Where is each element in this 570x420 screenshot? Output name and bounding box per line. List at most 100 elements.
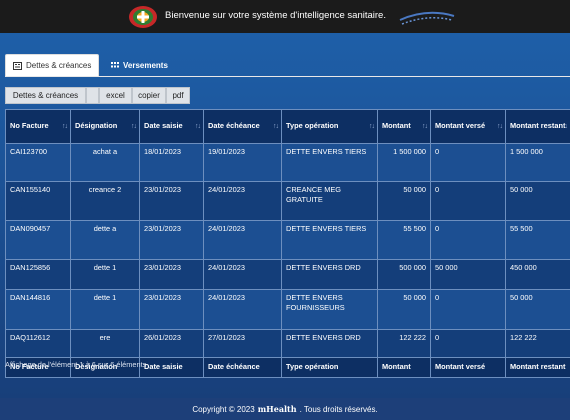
table-row[interactable]: DAN144816 dette 1 23/01/2023 24/01/2023 … bbox=[5, 289, 570, 330]
cell-montant: 500 000 bbox=[377, 259, 431, 290]
column-header-type-operation[interactable]: Type opération ↑↓ bbox=[281, 109, 378, 144]
cell-type-operation: DETTE ENVERS DRD bbox=[281, 259, 378, 290]
main-content: Dettes & créances Versements Dettes & cr… bbox=[0, 33, 570, 398]
cell-date-echeance: 24/01/2023 bbox=[203, 289, 282, 330]
cell-montant: 50 000 bbox=[377, 181, 431, 221]
cell-type-operation: CREANCE MEG GRATUITE bbox=[281, 181, 378, 221]
top-bar: Bienvenue sur votre système d'intelligen… bbox=[0, 0, 570, 33]
welcome-text: Bienvenue sur votre système d'intelligen… bbox=[165, 10, 386, 21]
logo-icon bbox=[129, 6, 157, 28]
cell-date-saisie: 23/01/2023 bbox=[139, 289, 204, 330]
brand-name: mHealth bbox=[257, 404, 297, 414]
tab-dettes-creances-label: Dettes & créances bbox=[26, 61, 92, 70]
tab-divider bbox=[5, 76, 570, 77]
cell-montant: 122 222 bbox=[377, 329, 431, 358]
footer-montant-restant: Montant restant bbox=[505, 357, 570, 378]
column-header-designation[interactable]: Désignation ↑↓ bbox=[70, 109, 140, 144]
cell-date-echeance: 19/01/2023 bbox=[203, 143, 282, 182]
cell-type-operation: DETTE ENVERS FOURNISSEURS bbox=[281, 289, 378, 330]
cell-designation: ere bbox=[70, 329, 140, 358]
cell-date-saisie: 23/01/2023 bbox=[139, 181, 204, 221]
footer-montant-verse: Montant versé bbox=[430, 357, 506, 378]
cell-no-facture: CAI123700 bbox=[5, 143, 71, 182]
sort-icon: ↑↓ bbox=[131, 122, 137, 130]
copier-button[interactable]: copier bbox=[132, 87, 166, 104]
cell-date-saisie: 23/01/2023 bbox=[139, 259, 204, 290]
cell-montant: 1 500 000 bbox=[377, 143, 431, 182]
cell-date-echeance: 24/01/2023 bbox=[203, 181, 282, 221]
cell-type-operation: DETTE ENVERS TIERS bbox=[281, 220, 378, 260]
pdf-button[interactable]: pdf bbox=[166, 87, 190, 104]
tab-versements-label: Versements bbox=[123, 60, 168, 70]
cell-montant-verse: 50 000 bbox=[430, 259, 506, 290]
cell-designation: dette 1 bbox=[70, 289, 140, 330]
footer-date-saisie: Date saisie bbox=[139, 357, 204, 378]
sort-icon: ↑↓ bbox=[273, 122, 279, 130]
swoosh-logo-icon bbox=[399, 11, 455, 25]
cell-montant-restant: 450 000 bbox=[505, 259, 570, 290]
column-header-no-facture[interactable]: No Facture ↑↓ bbox=[5, 109, 71, 144]
cell-montant-restant: 50 000 bbox=[505, 181, 570, 221]
cell-no-facture: DAN144816 bbox=[5, 289, 71, 330]
cell-designation: achat a bbox=[70, 143, 140, 182]
cell-date-echeance: 24/01/2023 bbox=[203, 220, 282, 260]
cell-date-saisie: 26/01/2023 bbox=[139, 329, 204, 358]
cell-no-facture: DAQ112612 bbox=[5, 329, 71, 358]
cell-montant-restant: 122 222 bbox=[505, 329, 570, 358]
column-header-date-echeance[interactable]: Date échéance ↑↓ bbox=[203, 109, 282, 144]
page-footer: Copyright © 2023 mHealth . Tous droits r… bbox=[0, 398, 570, 420]
footer-date-echeance: Date échéance bbox=[203, 357, 282, 378]
sort-icon: ↑↓ bbox=[422, 122, 428, 130]
cell-montant: 50 000 bbox=[377, 289, 431, 330]
cell-date-echeance: 27/01/2023 bbox=[203, 329, 282, 358]
cell-no-facture: DAN090457 bbox=[5, 220, 71, 260]
dettes-creances-button[interactable]: Dettes & créances bbox=[5, 87, 86, 104]
cell-montant-verse: 0 bbox=[430, 181, 506, 221]
column-header-montant[interactable]: Montant ↑↓ bbox=[377, 109, 431, 144]
cell-type-operation: DETTE ENVERS DRD bbox=[281, 329, 378, 358]
table-row[interactable]: CAI123700 achat a 18/01/2023 19/01/2023 … bbox=[5, 143, 570, 182]
table-row[interactable]: DAN090457 dette a 23/01/2023 24/01/2023 … bbox=[5, 220, 570, 260]
sort-icon: ↑↓ bbox=[497, 122, 503, 130]
rights-text: . Tous droits réservés. bbox=[299, 404, 378, 414]
table-row[interactable]: DAQ112612 ere 26/01/2023 27/01/2023 DETT… bbox=[5, 329, 570, 358]
cell-montant-verse: 0 bbox=[430, 329, 506, 358]
cell-montant-verse: 0 bbox=[430, 289, 506, 330]
cell-no-facture: CAN155140 bbox=[5, 181, 71, 221]
sort-icon: ↑↓ bbox=[62, 122, 68, 130]
cell-date-saisie: 18/01/2023 bbox=[139, 143, 204, 182]
cell-montant-verse: 0 bbox=[430, 143, 506, 182]
table-header-row: No Facture ↑↓ Désignation ↑↓ Date saisie ↑↓… bbox=[5, 109, 570, 144]
table-row[interactable]: CAN155140 creance 2 23/01/2023 24/01/202… bbox=[5, 181, 570, 221]
cell-no-facture: DAN125856 bbox=[5, 259, 71, 290]
spacer-button[interactable] bbox=[86, 87, 99, 104]
tab-versements[interactable]: Versements bbox=[104, 54, 175, 76]
cell-designation: creance 2 bbox=[70, 181, 140, 221]
footer-type-operation: Type opération bbox=[281, 357, 378, 378]
cell-montant-restant: 50 000 bbox=[505, 289, 570, 330]
cell-montant: 55 500 bbox=[377, 220, 431, 260]
table-row[interactable]: DAN125856 dette 1 23/01/2023 24/01/2023 … bbox=[5, 259, 570, 290]
tab-dettes-creances[interactable]: Dettes & créances bbox=[5, 54, 100, 76]
cell-date-saisie: 23/01/2023 bbox=[139, 220, 204, 260]
column-header-montant-restant[interactable]: Montant restant ↑↓ bbox=[505, 109, 570, 144]
sort-icon: ↑↓ bbox=[369, 122, 375, 130]
cell-designation: dette a bbox=[70, 220, 140, 260]
copyright-text: Copyright © 2023 bbox=[192, 404, 255, 414]
grid-icon bbox=[111, 62, 119, 68]
cell-montant-restant: 55 500 bbox=[505, 220, 570, 260]
sort-icon: ↑↓ bbox=[195, 122, 201, 130]
sort-icon: ↑↓ bbox=[562, 122, 568, 130]
column-header-montant-verse[interactable]: Montant versé ↑↓ bbox=[430, 109, 506, 144]
cell-designation: dette 1 bbox=[70, 259, 140, 290]
cell-montant-verse: 0 bbox=[430, 220, 506, 260]
footer-montant: Montant bbox=[377, 357, 431, 378]
table-info-text: Affichage de l'élément 1 à 6 sur 6 éléme… bbox=[5, 360, 147, 369]
cell-date-echeance: 24/01/2023 bbox=[203, 259, 282, 290]
excel-button[interactable]: excel bbox=[99, 87, 132, 104]
cell-montant-restant: 1 500 000 bbox=[505, 143, 570, 182]
dettes-table: No Facture ↑↓ Désignation ↑↓ Date saisie ↑↓… bbox=[5, 109, 570, 378]
column-header-date-saisie[interactable]: Date saisie ↑↓ bbox=[139, 109, 204, 144]
cell-type-operation: DETTE ENVERS TIERS bbox=[281, 143, 378, 182]
list-icon bbox=[13, 61, 22, 70]
